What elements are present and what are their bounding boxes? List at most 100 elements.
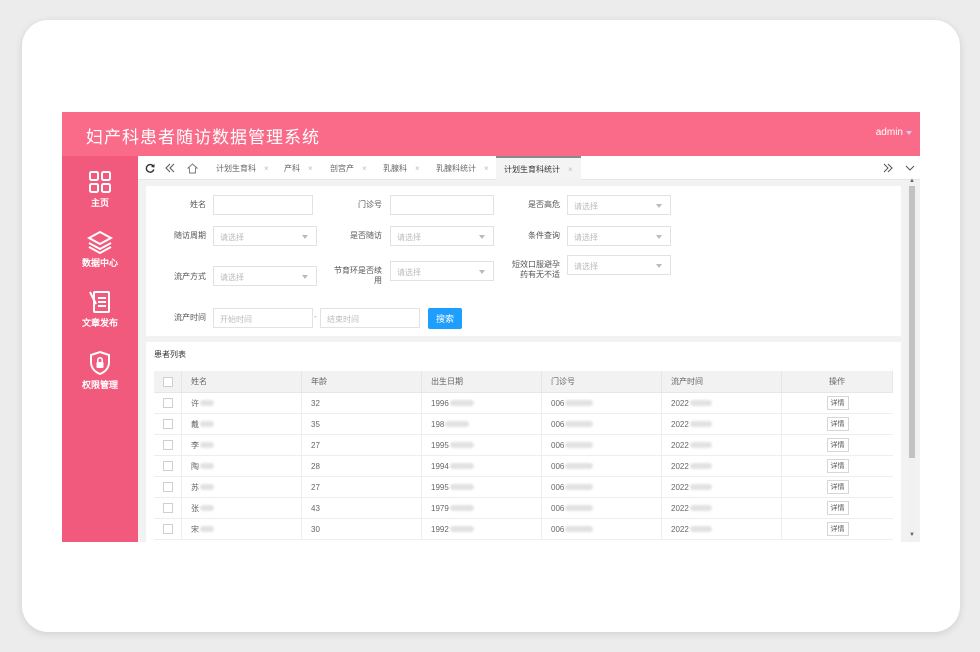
scrollbar-thumb[interactable] xyxy=(909,186,915,458)
tab-obstetrics[interactable]: 产科 × xyxy=(276,156,321,180)
row-checkbox[interactable] xyxy=(163,440,173,450)
condition-label: 条件查询 xyxy=(528,231,560,240)
double-chevron-left-icon[interactable] xyxy=(160,156,180,180)
select-all-checkbox[interactable] xyxy=(163,376,173,387)
high-risk-select[interactable]: 请选择 xyxy=(567,195,671,215)
cell-age: 35 xyxy=(311,419,320,429)
user-menu[interactable]: admin xyxy=(876,127,912,138)
close-icon[interactable]: × xyxy=(264,164,269,173)
sidebar-item-label: 权限管理 xyxy=(81,380,118,390)
scroll-down-icon[interactable]: ▼ xyxy=(909,532,915,538)
iud-label: 节育环是否续用 xyxy=(334,266,382,285)
scroll-up-icon[interactable]: ▲ xyxy=(909,178,915,184)
redacted-text xyxy=(449,463,474,469)
cell-clinic: 006 xyxy=(551,440,565,450)
tab-breast[interactable]: 乳腺科 × xyxy=(375,156,428,180)
name-input[interactable] xyxy=(213,195,313,215)
tab-family-planning-stats[interactable]: 计划生育科统计 × xyxy=(496,156,581,180)
redacted-text xyxy=(449,400,474,406)
cell-age: 27 xyxy=(311,482,320,492)
shield-lock-icon xyxy=(90,350,110,376)
row-checkbox[interactable] xyxy=(163,398,173,408)
close-icon[interactable]: × xyxy=(484,164,489,173)
detail-button[interactable]: 详情 xyxy=(826,501,849,515)
close-icon[interactable]: × xyxy=(362,164,367,173)
cell-time: 2022 xyxy=(671,461,689,471)
redacted-text xyxy=(565,421,594,427)
abortion-method-label: 流产方式 xyxy=(174,272,206,281)
cell-name: 张 xyxy=(191,503,199,513)
redacted-text xyxy=(449,484,474,490)
double-chevron-right-icon[interactable] xyxy=(878,156,898,180)
end-time-input[interactable]: 结束时间 xyxy=(320,308,420,328)
start-time-input[interactable]: 开始时间 xyxy=(213,308,313,328)
chevron-down-icon[interactable] xyxy=(900,156,920,180)
cell-birth: 1992 xyxy=(431,524,449,534)
row-checkbox[interactable] xyxy=(163,482,173,492)
close-icon[interactable]: × xyxy=(568,165,573,174)
row-checkbox[interactable] xyxy=(163,419,173,429)
sidebar-item-home[interactable]: 主页 xyxy=(62,170,138,222)
close-icon[interactable]: × xyxy=(308,164,313,173)
cell-age: 43 xyxy=(311,503,320,513)
condition-select[interactable]: 请选择 xyxy=(567,226,671,246)
sidebar-item-data-center[interactable]: 数据中心 xyxy=(62,230,138,282)
row-checkbox[interactable] xyxy=(163,524,173,534)
detail-button[interactable]: 详情 xyxy=(826,417,849,431)
close-icon[interactable]: × xyxy=(415,164,420,173)
table-body: 许 32 1996 006 2022 详情戴 35 198 006 2022 详情李 27 1995 00… xyxy=(154,393,893,540)
detail-button[interactable]: 详情 xyxy=(826,522,849,536)
redacted-text xyxy=(689,442,712,448)
sidebar-item-label: 数据中心 xyxy=(81,258,118,268)
follow-cycle-label: 随访周期 xyxy=(174,231,206,240)
detail-button[interactable]: 详情 xyxy=(826,438,849,452)
detail-button[interactable]: 详情 xyxy=(826,396,849,410)
patient-list-panel: 患者列表 姓名 年龄 出生日期 门诊号 流产时间 操作 许 32 1996 006 20… xyxy=(146,342,901,542)
username: admin xyxy=(875,127,903,138)
column-header: 年龄 xyxy=(302,371,422,392)
cell-birth: 1995 xyxy=(431,482,449,492)
detail-button[interactable]: 详情 xyxy=(826,480,849,494)
redacted-text xyxy=(565,442,594,448)
cell-age: 28 xyxy=(311,461,320,471)
follow-cycle-select[interactable]: 请选择 xyxy=(213,226,317,246)
is-followed-label: 是否随访 xyxy=(350,231,382,240)
table-header: 姓名 年龄 出生日期 门诊号 流产时间 操作 xyxy=(154,371,893,393)
row-checkbox[interactable] xyxy=(163,503,173,513)
row-checkbox[interactable] xyxy=(163,461,173,471)
detail-button[interactable]: 详情 xyxy=(826,459,849,473)
table-row: 苏 27 1995 006 2022 详情 xyxy=(154,477,893,498)
home-icon[interactable] xyxy=(182,156,202,180)
cell-clinic: 006 xyxy=(551,482,565,492)
abortion-time-label: 流产时间 xyxy=(174,313,206,322)
cell-clinic: 006 xyxy=(551,419,565,429)
range-separator: - xyxy=(314,312,317,321)
refresh-icon[interactable] xyxy=(140,156,160,180)
search-button[interactable]: 搜索 xyxy=(428,308,462,329)
column-header: 流产时间 xyxy=(662,371,782,392)
cell-age: 27 xyxy=(311,440,320,450)
ocp-label: 短效口服避孕药有无不适 xyxy=(512,260,560,279)
app-title: 妇产科患者随访数据管理系统 xyxy=(86,128,320,147)
cell-birth: 1994 xyxy=(431,461,449,471)
abortion-method-select[interactable]: 请选择 xyxy=(213,266,317,286)
cell-birth: 198 xyxy=(431,419,445,429)
is-followed-select[interactable]: 请选择 xyxy=(390,226,494,246)
filter-panel: 姓名 门诊号 是否高危 请选择 随访周期 请选择 是否随访 请选择 条件查询 请… xyxy=(146,186,901,336)
clinic-no-input[interactable] xyxy=(390,195,494,215)
tab-cesarean[interactable]: 剖宫产 × xyxy=(322,156,375,180)
cell-time: 2022 xyxy=(671,398,689,408)
list-title: 患者列表 xyxy=(154,350,186,359)
table-row: 陶 28 1994 006 2022 详情 xyxy=(154,456,893,477)
redacted-text xyxy=(565,400,594,406)
iud-select[interactable]: 请选择 xyxy=(390,261,494,281)
tab-family-planning[interactable]: 计划生育科 × xyxy=(208,156,277,180)
column-header: 门诊号 xyxy=(542,371,662,392)
cell-name: 许 xyxy=(191,398,199,408)
ocp-select[interactable]: 请选择 xyxy=(567,255,671,275)
tab-breast-stats[interactable]: 乳腺科统计 × xyxy=(428,156,497,180)
cell-clinic: 006 xyxy=(551,398,565,408)
vertical-scrollbar[interactable]: ▲ ▼ xyxy=(907,178,917,542)
sidebar-item-permissions[interactable]: 权限管理 xyxy=(62,350,138,402)
sidebar-item-articles[interactable]: 文章发布 xyxy=(62,290,138,342)
